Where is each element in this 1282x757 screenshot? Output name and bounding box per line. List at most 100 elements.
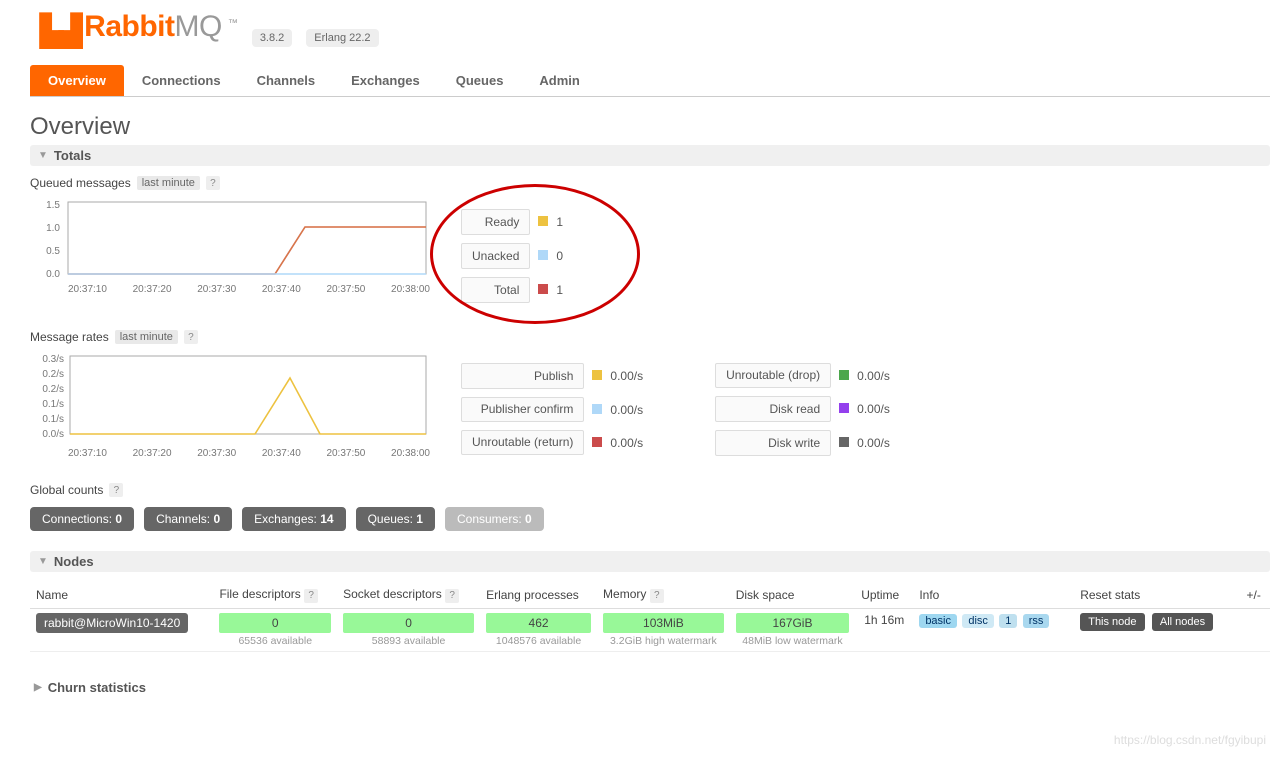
- page-title: Overview: [30, 113, 1270, 141]
- node-fd-value: 0: [219, 613, 331, 633]
- count-consumers[interactable]: Consumers: 0: [445, 507, 544, 531]
- swatch-icon: [592, 437, 602, 447]
- th-sd: Socket descriptors ?: [337, 582, 480, 608]
- svg-text:1.0: 1.0: [46, 223, 60, 234]
- logo[interactable]: ▙▟ RabbitMQ ™: [40, 10, 238, 44]
- tab-queues[interactable]: Queues: [438, 65, 522, 96]
- rates-range-pill[interactable]: last minute: [115, 330, 178, 344]
- legend-row-unacked: Unacked 0: [460, 242, 564, 270]
- svg-text:0.2/s: 0.2/s: [42, 369, 64, 380]
- th-disk: Disk space: [730, 582, 856, 608]
- help-icon[interactable]: ?: [109, 483, 123, 497]
- erlang-version-badge: Erlang 22.2: [306, 29, 378, 47]
- th-uptime: Uptime: [855, 582, 913, 608]
- legend-value-disk-read: 0.00/s: [856, 395, 891, 423]
- global-counts-heading: Global counts ?: [30, 483, 1270, 497]
- info-badge-rss[interactable]: rss: [1023, 614, 1050, 628]
- tab-overview[interactable]: Overview: [30, 65, 124, 96]
- queued-range-pill[interactable]: last minute: [137, 176, 200, 190]
- legend-label-disk-read[interactable]: Disk read: [715, 396, 831, 422]
- info-badge-one[interactable]: 1: [999, 614, 1017, 628]
- rates-chart: 0.3/s 0.2/s 0.2/s 0.1/s 0.1/s 0.0/s 20:3…: [30, 350, 430, 459]
- tab-admin[interactable]: Admin: [521, 65, 597, 96]
- help-icon[interactable]: ?: [184, 330, 198, 344]
- node-mem-sub: 3.2GiB high watermark: [603, 635, 724, 647]
- legend-value-unacked: 0: [555, 242, 564, 270]
- swatch-icon: [538, 250, 548, 260]
- queued-legend: Ready 1 Unacked 0 Total 1: [460, 202, 564, 310]
- section-churn-toggle[interactable]: ▶ Churn statistics: [30, 672, 1270, 703]
- legend-label-publish[interactable]: Publish: [461, 363, 584, 389]
- svg-text:1.5: 1.5: [46, 200, 60, 211]
- tab-exchanges[interactable]: Exchanges: [333, 65, 438, 96]
- section-nodes-label: Nodes: [54, 554, 94, 569]
- node-ep-sub: 1048576 available: [486, 635, 591, 647]
- rabbitmq-icon: ▙▟: [40, 20, 78, 44]
- swatch-icon: [538, 216, 548, 226]
- section-totals-toggle[interactable]: ▼ Totals: [30, 145, 1270, 166]
- node-ep-value: 462: [486, 613, 591, 633]
- legend-label-pub-confirm[interactable]: Publisher confirm: [461, 397, 584, 422]
- count-queues[interactable]: Queues: 1: [356, 507, 435, 531]
- queued-x-ticks: 20:37:10 20:37:20 20:37:30 20:37:40 20:3…: [68, 284, 430, 295]
- node-uptime: 1h 16m: [855, 608, 913, 651]
- help-icon[interactable]: ?: [304, 589, 318, 603]
- nodes-table: Name File descriptors ? Socket descripto…: [30, 582, 1270, 652]
- legend-row-total: Total 1: [460, 276, 564, 304]
- legend-label-total[interactable]: Total: [461, 277, 530, 303]
- info-badge-disc[interactable]: disc: [962, 614, 994, 628]
- legend-value-ready: 1: [555, 208, 564, 236]
- legend-label-disk-write[interactable]: Disk write: [715, 430, 831, 456]
- tab-connections[interactable]: Connections: [124, 65, 239, 96]
- section-nodes-toggle[interactable]: ▼ Nodes: [30, 551, 1270, 572]
- legend-label-unroutable-return[interactable]: Unroutable (return): [461, 430, 584, 455]
- legend-label-ready[interactable]: Ready: [461, 209, 530, 235]
- queued-heading: Queued messages last minute ?: [30, 176, 1270, 190]
- chevron-right-icon: ▶: [34, 682, 42, 693]
- reset-this-node-button[interactable]: This node: [1080, 613, 1144, 631]
- count-channels[interactable]: Channels: 0: [144, 507, 232, 531]
- tab-channels[interactable]: Channels: [239, 65, 334, 96]
- rates-chart-row: 0.3/s 0.2/s 0.2/s 0.1/s 0.1/s 0.0/s 20:3…: [30, 350, 1270, 463]
- count-connections[interactable]: Connections: 0: [30, 507, 134, 531]
- global-counts-title: Global counts: [30, 483, 103, 497]
- legend-value-pub-confirm: 0.00/s: [609, 396, 644, 423]
- legend-value-publish: 0.00/s: [609, 362, 644, 390]
- help-icon[interactable]: ?: [206, 176, 220, 190]
- swatch-icon: [839, 403, 849, 413]
- legend-label-unroutable-drop[interactable]: Unroutable (drop): [715, 363, 831, 388]
- queued-chart: 1.5 1.0 0.5 0.0 20:37:10 20:37:20 20:37:…: [30, 196, 430, 295]
- swatch-icon: [538, 284, 548, 294]
- rates-chart-svg: 0.3/s 0.2/s 0.2/s 0.1/s 0.1/s 0.0/s: [30, 350, 430, 446]
- swatch-icon: [839, 370, 849, 380]
- rabbitmq-version-badge: 3.8.2: [252, 29, 292, 47]
- legend-value-unroutable-return: 0.00/s: [609, 429, 644, 456]
- node-mem-value: 103MiB: [603, 613, 724, 633]
- trademark-icon: ™: [228, 18, 238, 29]
- logo-text: RabbitMQ: [84, 10, 222, 44]
- svg-text:0.3/s: 0.3/s: [42, 354, 64, 365]
- info-badge-basic[interactable]: basic: [919, 614, 957, 628]
- rates-heading: Message rates last minute ?: [30, 330, 1270, 344]
- node-sd-value: 0: [343, 613, 474, 633]
- rates-legend-a: Publish 0.00/s Publisher confirm 0.00/s …: [460, 356, 644, 462]
- th-plusminus[interactable]: +/-: [1241, 582, 1270, 608]
- section-churn-label: Churn statistics: [48, 680, 146, 695]
- help-icon[interactable]: ?: [445, 589, 459, 603]
- node-name[interactable]: rabbit@MicroWin10-1420: [36, 613, 188, 633]
- node-info: basic disc 1 rss: [913, 608, 1074, 651]
- legend-value-disk-write: 0.00/s: [856, 429, 891, 457]
- global-counts-row: Connections: 0 Channels: 0 Exchanges: 14…: [30, 507, 1270, 531]
- reset-all-nodes-button[interactable]: All nodes: [1152, 613, 1213, 631]
- help-icon[interactable]: ?: [650, 589, 664, 603]
- th-ep: Erlang processes: [480, 582, 597, 608]
- legend-row-ready: Ready 1: [460, 208, 564, 236]
- node-disk-value: 167GiB: [736, 613, 850, 633]
- section-totals-label: Totals: [54, 148, 91, 163]
- chevron-down-icon: ▼: [38, 150, 48, 161]
- legend-label-unacked[interactable]: Unacked: [461, 243, 530, 269]
- legend-value-unroutable-drop: 0.00/s: [856, 362, 891, 389]
- count-exchanges[interactable]: Exchanges: 14: [242, 507, 345, 531]
- svg-text:0.1/s: 0.1/s: [42, 414, 64, 425]
- queued-chart-svg: 1.5 1.0 0.5 0.0: [30, 196, 430, 282]
